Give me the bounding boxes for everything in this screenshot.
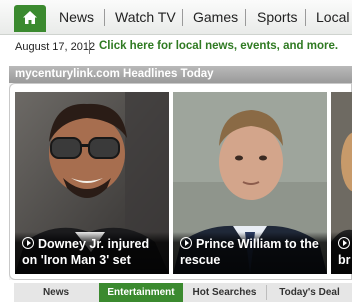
- top-nav: News Watch TV Games Sports Local: [0, 0, 352, 35]
- nav-news[interactable]: News: [59, 9, 94, 25]
- nav-local[interactable]: Local: [316, 9, 349, 25]
- home-tab[interactable]: [14, 5, 46, 32]
- story-headline[interactable]: Prince William to the rescue: [180, 236, 330, 268]
- story-headline[interactable]: br: [338, 236, 352, 268]
- nav-divider: [305, 9, 306, 26]
- tab-entertainment[interactable]: Entertainment: [99, 283, 183, 302]
- local-news-link[interactable]: Click here for local news, events, and m…: [99, 40, 338, 52]
- nav-sports[interactable]: Sports: [257, 9, 297, 25]
- play-icon: [22, 237, 34, 249]
- nav-divider: [104, 9, 105, 26]
- tab-hot-searches[interactable]: Hot Searches: [183, 283, 266, 302]
- nav-games[interactable]: Games: [193, 9, 238, 25]
- date-label: August 17, 2012: [15, 41, 96, 53]
- story-headline[interactable]: Downey Jr. injured on 'Iron Man 3' set: [22, 236, 172, 268]
- home-icon: [23, 11, 37, 24]
- play-icon: [338, 237, 350, 249]
- play-icon: [180, 237, 192, 249]
- tab-news[interactable]: News: [14, 283, 98, 302]
- nav-watch-tv[interactable]: Watch TV: [115, 9, 176, 25]
- nav-divider: [245, 9, 246, 26]
- info-divider: [89, 40, 90, 54]
- nav-divider: [182, 9, 183, 26]
- tab-todays-deal[interactable]: Today's Deal: [267, 283, 352, 302]
- headlines-title: mycenturylink.com Headlines Today: [15, 68, 214, 80]
